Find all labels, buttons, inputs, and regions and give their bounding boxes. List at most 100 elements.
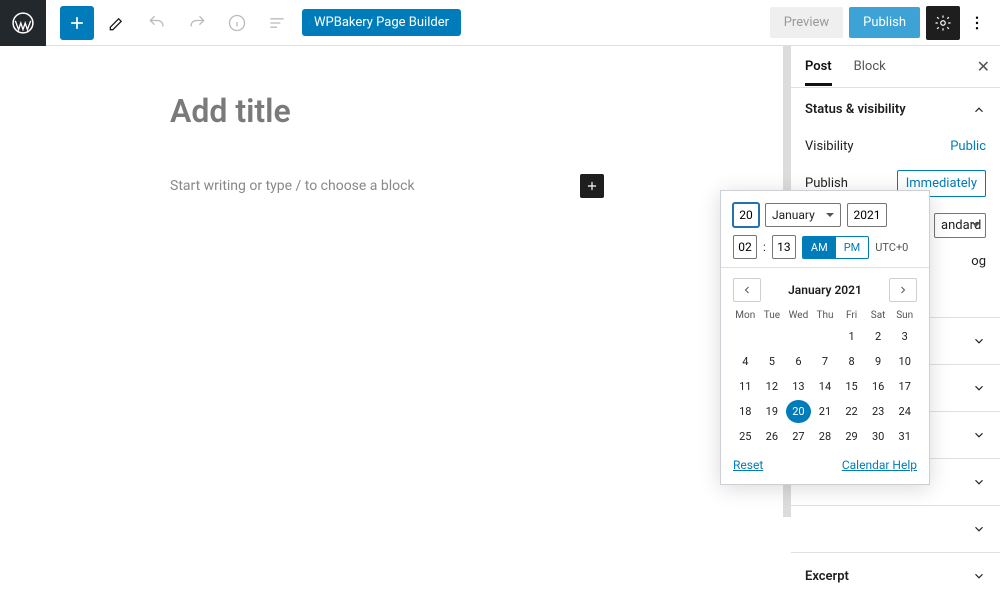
dow-label: Mon: [733, 310, 758, 321]
chevron-up-icon: [972, 103, 986, 117]
arrow-left-icon: [741, 284, 753, 296]
day-input[interactable]: [733, 203, 759, 227]
gear-icon: [934, 14, 952, 32]
calendar-day[interactable]: 11: [733, 375, 758, 398]
calendar-day[interactable]: 5: [760, 350, 785, 373]
chevron-down-icon: [972, 334, 986, 348]
calendar-day[interactable]: 31: [892, 425, 917, 448]
calendar-day[interactable]: 19: [760, 400, 785, 423]
calendar-day[interactable]: 15: [839, 375, 864, 398]
calendar-day[interactable]: 1: [839, 325, 864, 348]
prev-month-button[interactable]: [733, 278, 761, 302]
calendar-day[interactable]: 30: [866, 425, 891, 448]
am-option[interactable]: AM: [803, 237, 836, 258]
plus-icon: [67, 13, 87, 33]
calendar-day[interactable]: 13: [786, 375, 811, 398]
datetime-popover: January : AM PM UTC+0 January 2021 MonTu…: [720, 190, 930, 485]
next-month-button[interactable]: [889, 278, 917, 302]
calendar-day[interactable]: 22: [839, 400, 864, 423]
post-title-input[interactable]: Add title: [170, 92, 790, 130]
chevron-down-icon: [972, 569, 986, 583]
more-options-button[interactable]: [964, 6, 990, 40]
minute-input[interactable]: [772, 235, 796, 259]
timezone-label: UTC+0: [875, 241, 908, 254]
close-sidebar-button[interactable]: ✕: [977, 57, 990, 76]
calendar-title: January 2021: [788, 283, 862, 297]
plus-icon: [585, 179, 599, 193]
reset-link[interactable]: Reset: [733, 458, 763, 472]
pm-option[interactable]: PM: [836, 237, 869, 258]
tab-block[interactable]: Block: [854, 47, 886, 86]
dow-label: Wed: [786, 310, 811, 321]
dow-label: Sat: [866, 310, 891, 321]
arrow-right-icon: [897, 284, 909, 296]
calendar-day[interactable]: 8: [839, 350, 864, 373]
list-icon: [267, 13, 287, 33]
info-button[interactable]: [220, 6, 254, 40]
year-input[interactable]: [847, 203, 887, 227]
dow-label: Fri: [839, 310, 864, 321]
calendar-day[interactable]: 24: [892, 400, 917, 423]
calendar-day[interactable]: 28: [813, 425, 838, 448]
publish-button[interactable]: Publish: [849, 7, 920, 38]
calendar-day[interactable]: 10: [892, 350, 917, 373]
status-visibility-panel[interactable]: Status & visibility: [791, 88, 1000, 131]
wordpress-logo[interactable]: [0, 0, 46, 46]
collapsed-panel-5[interactable]: [791, 505, 1000, 552]
chevron-down-icon: [972, 381, 986, 395]
dow-label: Tue: [760, 310, 785, 321]
calendar-day[interactable]: 20: [786, 400, 811, 423]
undo-button[interactable]: [140, 6, 174, 40]
dow-label: Thu: [813, 310, 838, 321]
excerpt-label: Excerpt: [805, 569, 849, 584]
visibility-label: Visibility: [805, 139, 854, 154]
hour-input[interactable]: [733, 235, 757, 259]
editor-canvas: Add title Start writing or type / to cho…: [0, 46, 790, 517]
calendar-day[interactable]: 27: [786, 425, 811, 448]
dow-label: Sun: [892, 310, 917, 321]
calendar-day[interactable]: 3: [892, 325, 917, 348]
wordpress-icon: [12, 12, 34, 34]
publish-label: Publish: [805, 176, 848, 191]
excerpt-panel[interactable]: Excerpt: [791, 552, 1000, 600]
calendar-day[interactable]: 16: [866, 375, 891, 398]
chevron-down-icon: [972, 522, 986, 536]
edit-button[interactable]: [100, 6, 134, 40]
calendar-day[interactable]: 26: [760, 425, 785, 448]
calendar-help-link[interactable]: Calendar Help: [842, 458, 917, 472]
visibility-value[interactable]: Public: [950, 139, 986, 154]
wpbakery-button[interactable]: WPBakery Page Builder: [302, 9, 461, 36]
calendar-day[interactable]: 6: [786, 350, 811, 373]
add-block-button[interactable]: [60, 6, 94, 40]
calendar-day[interactable]: 4: [733, 350, 758, 373]
calendar-day[interactable]: 12: [760, 375, 785, 398]
block-prompt[interactable]: Start writing or type / to choose a bloc…: [170, 178, 415, 194]
dots-vertical-icon: [968, 14, 986, 32]
top-toolbar: WPBakery Page Builder Preview Publish: [0, 0, 1000, 46]
redo-button[interactable]: [180, 6, 214, 40]
chevron-down-icon: [972, 475, 986, 489]
redo-icon: [187, 13, 207, 33]
ampm-toggle[interactable]: AM PM: [802, 236, 869, 259]
tab-post[interactable]: Post: [805, 47, 832, 86]
calendar-day[interactable]: 21: [813, 400, 838, 423]
pencil-icon: [107, 13, 127, 33]
calendar-day[interactable]: 9: [866, 350, 891, 373]
calendar-day[interactable]: 23: [866, 400, 891, 423]
info-icon: [227, 13, 247, 33]
month-select[interactable]: January: [765, 203, 841, 227]
add-block-inline-button[interactable]: [580, 174, 604, 198]
settings-button[interactable]: [926, 6, 960, 40]
calendar-day[interactable]: 25: [733, 425, 758, 448]
calendar-day[interactable]: 17: [892, 375, 917, 398]
calendar-day[interactable]: 29: [839, 425, 864, 448]
outline-button[interactable]: [260, 6, 294, 40]
calendar-day[interactable]: 7: [813, 350, 838, 373]
preview-button[interactable]: Preview: [770, 7, 843, 38]
panel-title: Status & visibility: [805, 102, 906, 117]
calendar-day[interactable]: 2: [866, 325, 891, 348]
calendar-day[interactable]: 14: [813, 375, 838, 398]
calendar-day[interactable]: 18: [733, 400, 758, 423]
post-format-select[interactable]: andard: [934, 213, 986, 238]
undo-icon: [147, 13, 167, 33]
